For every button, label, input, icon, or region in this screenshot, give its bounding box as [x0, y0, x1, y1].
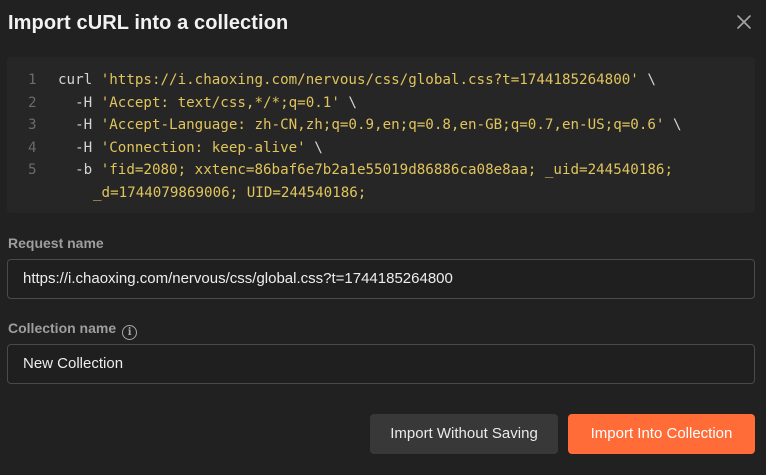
code-string: 'https://i.chaoxing.com/nervous/css/glob… [100, 72, 639, 88]
curl-code-block[interactable]: 1 curl 'https://i.chaoxing.com/nervous/cs… [7, 57, 755, 213]
code-string: 'Accept: text/css,*/*;q=0.1' [100, 94, 340, 111]
code-text: -H 'Connection: keep-alive' \ [58, 137, 323, 160]
collection-name-label: Collection name i [8, 320, 138, 340]
request-name-label: Request name [8, 235, 104, 251]
line-number: 1 [28, 72, 37, 88]
code-string: 'Connection: keep-alive' [100, 139, 306, 156]
code-line: 3 -H 'Accept-Language: zh-CN,zh;q=0.9,en… [7, 114, 755, 137]
info-icon[interactable]: i [122, 325, 138, 340]
code-line: _d=1744079869006; UID=244540186; [7, 182, 755, 205]
close-icon[interactable] [735, 13, 753, 31]
code-line: 1 curl 'https://i.chaoxing.com/nervous/cs… [7, 69, 755, 92]
dialog-title: Import cURL into a collection [8, 12, 289, 34]
code-text: _d=1744079869006; UID=244540186; [93, 182, 366, 205]
import-without-saving-button[interactable]: Import Without Saving [370, 414, 558, 454]
code-token: -H [58, 94, 101, 111]
code-text: -H 'Accept: text/css,*/*;q=0.1' \ [58, 92, 357, 115]
code-token: \ [339, 94, 357, 111]
code-string: _d=1744079869006; UID=244540186; [93, 184, 367, 201]
code-token: \ [664, 117, 682, 133]
code-token: -b [58, 162, 101, 178]
code-string: 'fid=2080; xxtenc=86baf6e7b2a1e55019d868… [100, 162, 674, 178]
line-number: 3 [28, 117, 37, 133]
line-number: 5 [28, 162, 37, 178]
code-text: -H 'Accept-Language: zh-CN,zh;q=0.9,en;q… [58, 114, 682, 137]
request-name-input[interactable]: https://i.chaoxing.com/nervous/css/globa… [7, 259, 755, 299]
code-text: curl 'https://i.chaoxing.com/nervous/css… [58, 69, 656, 92]
import-into-collection-button[interactable]: Import Into Collection [568, 414, 755, 454]
code-token: \ [638, 72, 656, 88]
line-number: 2 [28, 94, 37, 111]
collection-name-input[interactable]: New Collection [7, 344, 755, 384]
code-token: -H [58, 139, 101, 156]
collection-name-label-text: Collection name [8, 320, 117, 336]
code-token: -H [58, 117, 101, 133]
code-token: \ [305, 139, 323, 156]
code-line: 2 -H 'Accept: text/css,*/*;q=0.1' \ [7, 92, 755, 115]
code-token: curl [58, 72, 101, 88]
code-line: 5 -b 'fid=2080; xxtenc=86baf6e7b2a1e5501… [7, 159, 755, 182]
line-number: 4 [28, 139, 37, 156]
code-string: 'Accept-Language: zh-CN,zh;q=0.9,en;q=0.… [100, 117, 665, 133]
code-text: -b 'fid=2080; xxtenc=86baf6e7b2a1e55019d… [58, 159, 673, 182]
code-line: 4 -H 'Connection: keep-alive' \ [7, 137, 755, 160]
